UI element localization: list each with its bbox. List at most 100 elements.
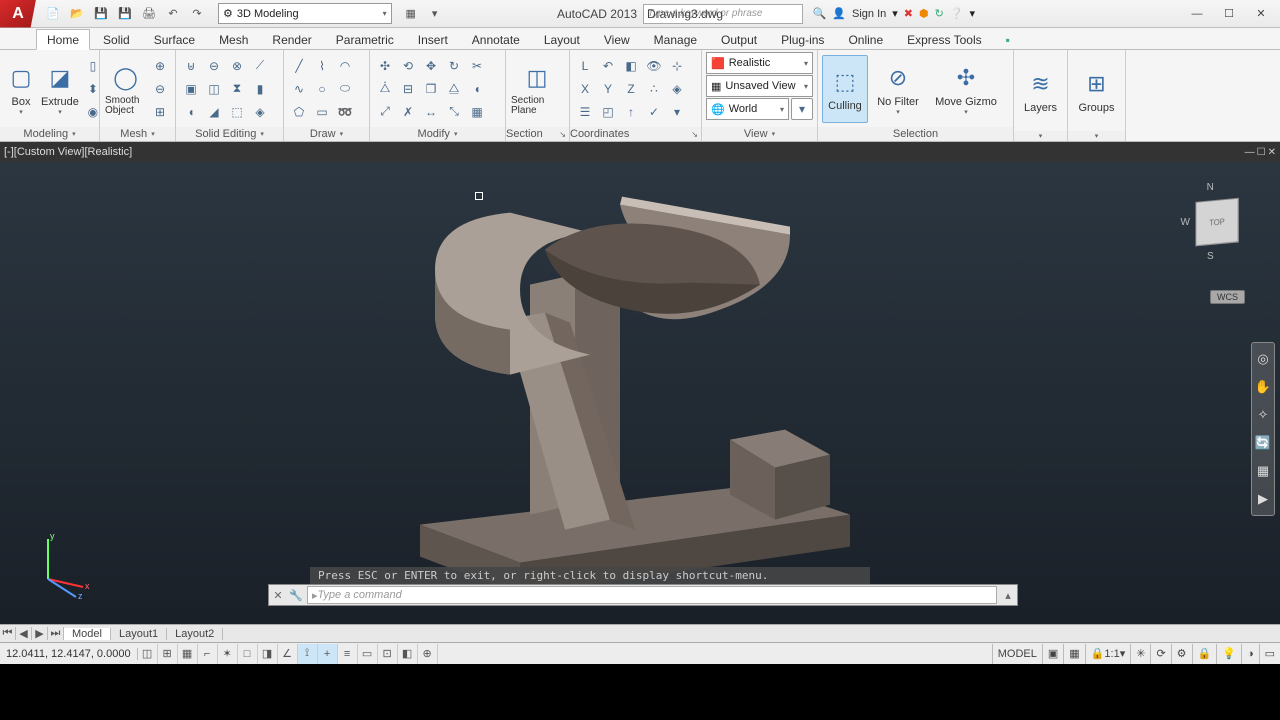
ucs-apply-icon[interactable]: ✓	[643, 101, 665, 123]
view-cube[interactable]: N WTOP S	[1181, 182, 1240, 262]
autodesk-icon[interactable]: ⬢	[919, 7, 929, 20]
toolbar-lock-icon[interactable]: 🔒	[1192, 644, 1217, 664]
dyn-icon[interactable]: +	[318, 644, 338, 664]
taper-face-icon[interactable]: ⧗	[226, 78, 248, 100]
layout1-tab[interactable]: Layout1	[111, 628, 167, 640]
array-icon[interactable]: ▦	[466, 101, 488, 123]
infer-constraints-icon[interactable]: ◫	[138, 644, 158, 664]
annotation-vis-icon[interactable]: ✳	[1130, 644, 1150, 664]
move-icon[interactable]: ✥	[420, 55, 442, 77]
tab-prev-icon[interactable]: ◀	[16, 627, 32, 640]
tab-first-icon[interactable]: ⏮	[0, 627, 16, 640]
stretch-icon[interactable]: ↔	[420, 101, 442, 123]
copy-icon[interactable]: ❐	[420, 78, 442, 100]
pan-icon[interactable]: ✋	[1253, 375, 1273, 399]
otrack-icon[interactable]: ∠	[278, 644, 298, 664]
extrude-face-icon[interactable]: ▣	[180, 78, 202, 100]
command-input[interactable]: Type a command	[307, 586, 997, 604]
helix-icon[interactable]: ➿	[334, 101, 356, 123]
thicken-icon[interactable]: ▮	[249, 78, 271, 100]
slice-icon[interactable]: ⟋	[249, 55, 271, 77]
box-button[interactable]: ▢ Box▾	[4, 55, 38, 123]
offset-face-icon[interactable]: ◫	[203, 78, 225, 100]
ucs-object-icon[interactable]: ◈	[666, 78, 688, 100]
polygon-icon[interactable]: ⬠	[288, 101, 310, 123]
erase-icon[interactable]: ✗	[397, 101, 419, 123]
tab-home[interactable]: Home	[36, 29, 90, 50]
groups-button[interactable]: ⊞ Groups	[1072, 57, 1121, 125]
plot-icon[interactable]: 🖨	[138, 3, 160, 25]
layout2-tab[interactable]: Layout2	[167, 628, 223, 640]
model-tab[interactable]: Model	[64, 628, 111, 640]
sc-icon[interactable]: ◧	[398, 644, 418, 664]
ucs-combo[interactable]: 🌐World▾	[706, 98, 789, 120]
ortho-icon[interactable]: ⌐	[198, 644, 218, 664]
grid-icon[interactable]: ▦	[178, 644, 198, 664]
align3d-icon[interactable]: ⊟	[397, 78, 419, 100]
panel-mesh-label[interactable]: Mesh	[100, 127, 175, 141]
panel-modeling-label[interactable]: Modeling	[0, 127, 99, 141]
search-icon[interactable]: 🔍	[813, 7, 827, 20]
tab-solid[interactable]: Solid	[92, 29, 141, 49]
workspace-selector[interactable]: ⚙ 3D Modeling	[218, 3, 392, 24]
ucs-prev-icon[interactable]: ↶	[597, 55, 619, 77]
annotation-scale[interactable]: 🔒 1:1 ▾	[1085, 644, 1131, 664]
tab-manage[interactable]: Manage	[643, 29, 708, 49]
new-icon[interactable]: 📄	[42, 3, 64, 25]
fillet-edge-icon[interactable]: ◖	[180, 101, 202, 123]
tab-insert[interactable]: Insert	[407, 29, 459, 49]
snap-icon[interactable]: ⊞	[158, 644, 178, 664]
cmd-config-icon[interactable]: 🔧	[287, 589, 305, 602]
move3d-icon[interactable]: ✣	[374, 55, 396, 77]
ucs-origin-icon[interactable]: ⊹	[666, 55, 688, 77]
ucs-z-axis-icon[interactable]: ↑	[620, 101, 642, 123]
mesh-refine-icon[interactable]: ⊞	[149, 101, 171, 123]
ucs-y-icon[interactable]: Y	[597, 78, 619, 100]
ellipse-icon[interactable]: ⬭	[334, 78, 356, 100]
union-icon[interactable]: ⊎	[180, 55, 202, 77]
nav-play-icon[interactable]: ▶	[1253, 487, 1273, 511]
ducs-icon[interactable]: ⟟	[298, 644, 318, 664]
panel-layers-label[interactable]	[1014, 131, 1067, 141]
layers-button[interactable]: ≋ Layers	[1018, 57, 1063, 125]
ucs-icon-icon[interactable]: ◰	[597, 101, 619, 123]
sign-in-link[interactable]: Sign In	[852, 8, 886, 20]
rectangle-icon[interactable]: ▭	[311, 101, 333, 123]
ucs-named-icon[interactable]: ☰	[574, 101, 596, 123]
showmotion-icon[interactable]: ▦	[1253, 459, 1273, 483]
exchange-icon[interactable]: ✖	[904, 7, 913, 20]
wcs-badge[interactable]: WCS	[1210, 290, 1245, 304]
chamfer-edge-icon[interactable]: ◢	[203, 101, 225, 123]
tab-view[interactable]: View	[593, 29, 641, 49]
vp-close-icon[interactable]: ✕	[1268, 147, 1276, 158]
intersect-icon[interactable]: ⊗	[226, 55, 248, 77]
app-logo[interactable]: A	[0, 0, 36, 28]
scale3d-icon[interactable]: ⤢	[374, 101, 396, 123]
tab-surface[interactable]: Surface	[143, 29, 206, 49]
full-nav-wheel-icon[interactable]: ◎	[1253, 347, 1273, 371]
quick-view-icon[interactable]: ▦	[1063, 644, 1084, 664]
close-button[interactable]: ✕	[1246, 4, 1276, 24]
polyline-icon[interactable]: ⌇	[311, 55, 333, 77]
view-more-icon[interactable]: ▾	[791, 98, 813, 120]
open-icon[interactable]: 📂	[66, 3, 88, 25]
saveas-icon[interactable]: 💾	[114, 3, 136, 25]
circle-icon[interactable]: ○	[311, 78, 333, 100]
tab-plugins[interactable]: Plug-ins	[770, 29, 835, 49]
ucs-x-icon[interactable]: X	[574, 78, 596, 100]
cmd-history-icon[interactable]: ▴	[999, 589, 1017, 602]
imprint-icon[interactable]: ◈	[249, 101, 271, 123]
isolate-icon[interactable]: ◑	[1241, 644, 1259, 664]
maximize-button[interactable]: ☐	[1214, 4, 1244, 24]
tpy-icon[interactable]: ▭	[358, 644, 378, 664]
viewport-label[interactable]: [-][Custom View][Realistic]	[4, 146, 132, 158]
panel-section-label[interactable]: Section	[506, 127, 569, 141]
tab-layout[interactable]: Layout	[533, 29, 591, 49]
ucs-3point-icon[interactable]: ∴	[643, 78, 665, 100]
arc-icon[interactable]: ◠	[334, 55, 356, 77]
dropdown-icon[interactable]: ▾	[892, 7, 898, 20]
save-icon[interactable]: 💾	[90, 3, 112, 25]
mesh-more-icon[interactable]: ⊕	[149, 55, 171, 77]
tab-output[interactable]: Output	[710, 29, 768, 49]
app-btn-1[interactable]: ▦	[400, 3, 422, 25]
